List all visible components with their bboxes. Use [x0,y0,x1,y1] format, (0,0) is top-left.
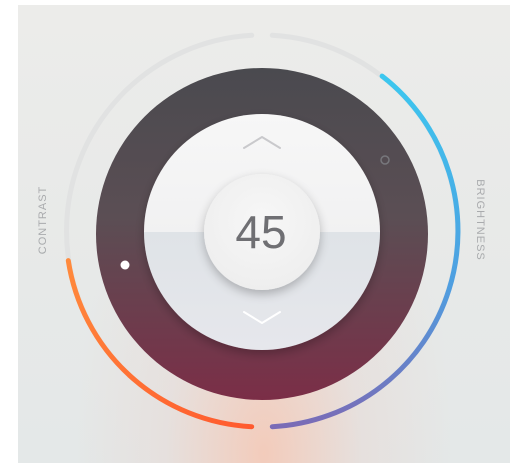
value-readout: 45 [235,206,287,258]
increase-button[interactable] [236,128,286,158]
contrast-label: CONTRAST [37,185,49,255]
decrease-button[interactable] [236,303,286,333]
dial-widget: CONTRAST BRIGHTNESS 45 [0,0,514,465]
contrast-dot-indicator[interactable] [120,260,130,270]
brightness-label: BRIGHTNESS [474,179,486,261]
